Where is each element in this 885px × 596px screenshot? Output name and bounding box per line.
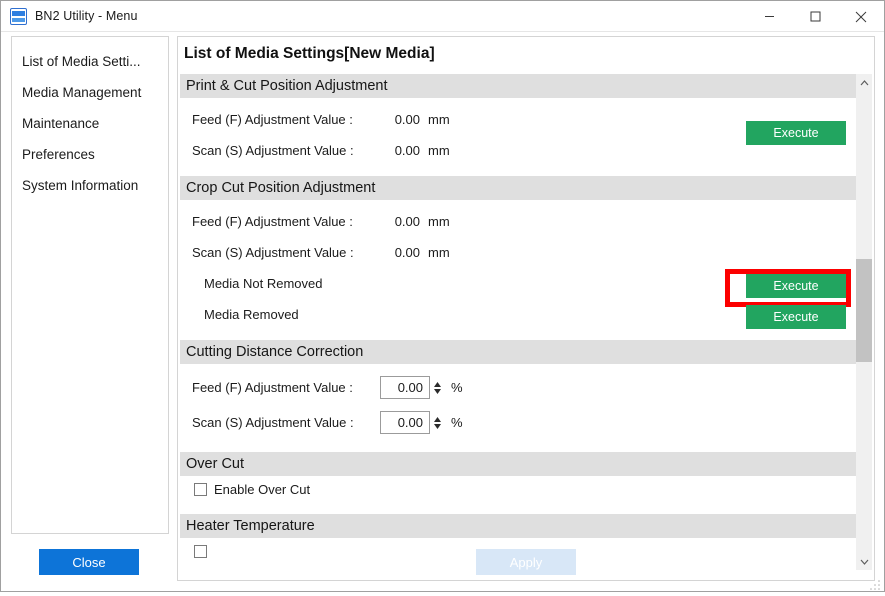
- settings-list: Print & Cut Position Adjustment Feed (F)…: [180, 74, 859, 568]
- page-title: List of Media Settings[New Media]: [184, 45, 435, 62]
- close-button[interactable]: Close: [39, 549, 139, 575]
- heater-temperature-checkbox[interactable]: [194, 544, 207, 558]
- window-title: BN2 Utility - Menu: [35, 9, 138, 23]
- minimize-icon[interactable]: [746, 1, 792, 32]
- row-label: Feed (F) Adjustment Value :: [192, 112, 353, 127]
- section-header-print-cut-position: Print & Cut Position Adjustment: [180, 74, 859, 98]
- stepper-buttons[interactable]: [430, 376, 445, 399]
- sidebar-item-system-information[interactable]: System Information: [12, 170, 168, 201]
- section-header-cutting-distance: Cutting Distance Correction: [180, 340, 859, 364]
- bn2-app-icon: [10, 7, 27, 25]
- media-removed-execute-button[interactable]: Execute: [746, 305, 846, 329]
- row-label: Media Removed: [204, 307, 299, 322]
- scroll-down-icon[interactable]: [856, 553, 872, 570]
- maximize-icon[interactable]: [792, 1, 838, 32]
- stepper-down-icon[interactable]: [433, 388, 442, 395]
- section-header-heater-temperature: Heater Temperature: [180, 514, 859, 538]
- vertical-scrollbar[interactable]: [856, 74, 872, 570]
- apply-button[interactable]: Apply: [476, 549, 576, 575]
- row-value: 0.00: [394, 245, 420, 260]
- row-value: 0.00: [394, 143, 420, 158]
- section-body-crop-cut-position: Feed (F) Adjustment Value : 0.00 mm Scan…: [180, 206, 859, 340]
- sidebar-item-label: Preferences: [22, 147, 95, 162]
- media-not-removed-execute-button[interactable]: Execute: [746, 274, 846, 298]
- title-bar: BN2 Utility - Menu: [1, 1, 884, 32]
- row-value: 0.00: [394, 214, 420, 229]
- row-cutting-distance-scan: Scan (S) Adjustment Value : 0.00 %: [180, 407, 859, 438]
- resize-grip-icon[interactable]: [870, 578, 881, 590]
- row-unit: mm: [428, 245, 450, 260]
- stepper-buttons[interactable]: [430, 411, 445, 434]
- section-body-cutting-distance: Feed (F) Adjustment Value : 0.00 % Scan …: [180, 372, 859, 452]
- sidebar-item-label: Media Management: [22, 85, 142, 100]
- sidebar-item-list-of-media-settings[interactable]: List of Media Setti...: [12, 46, 168, 77]
- enable-over-cut-checkbox[interactable]: [194, 482, 207, 496]
- settings-scroll-area: Print & Cut Position Adjustment Feed (F)…: [180, 74, 874, 570]
- section-body-print-cut-position: Feed (F) Adjustment Value : 0.00 mm Scan…: [180, 104, 859, 176]
- row-label: Scan (S) Adjustment Value :: [192, 415, 354, 430]
- close-icon[interactable]: [838, 1, 884, 32]
- row-enable-over-cut[interactable]: Enable Over Cut: [180, 476, 859, 502]
- print-cut-execute-button[interactable]: Execute: [746, 121, 846, 145]
- row-value: 0.00: [394, 112, 420, 127]
- section-body-over-cut: Enable Over Cut: [180, 476, 859, 514]
- row-unit: mm: [428, 143, 450, 158]
- row-unit: %: [451, 380, 463, 395]
- cutting-distance-feed-input[interactable]: 0.00: [380, 376, 430, 399]
- row-label: Feed (F) Adjustment Value :: [192, 380, 353, 395]
- stepper-down-icon[interactable]: [433, 423, 442, 430]
- cutting-distance-scan-stepper[interactable]: 0.00 %: [380, 411, 463, 434]
- row-crop-cut-scan: Scan (S) Adjustment Value : 0.00 mm: [180, 237, 859, 268]
- row-label: Media Not Removed: [204, 276, 323, 291]
- sidebar-item-media-management[interactable]: Media Management: [12, 77, 168, 108]
- main-panel: List of Media Settings[New Media] Print …: [177, 36, 875, 581]
- row-crop-cut-feed: Feed (F) Adjustment Value : 0.00 mm: [180, 206, 859, 237]
- section-header-crop-cut-position: Crop Cut Position Adjustment: [180, 176, 859, 200]
- stepper-up-icon[interactable]: [433, 381, 442, 388]
- app-window: BN2 Utility - Menu List of Media Setti..…: [0, 0, 885, 592]
- sidebar: List of Media Setti... Media Management …: [11, 36, 169, 534]
- sidebar-item-label: Maintenance: [22, 116, 100, 131]
- section-header-over-cut: Over Cut: [180, 452, 859, 476]
- cutting-distance-feed-stepper[interactable]: 0.00 %: [380, 376, 463, 399]
- scroll-up-icon[interactable]: [856, 74, 872, 91]
- row-unit: %: [451, 415, 463, 430]
- row-label: Scan (S) Adjustment Value :: [192, 143, 354, 158]
- row-label: Feed (F) Adjustment Value :: [192, 214, 353, 229]
- row-unit: mm: [428, 112, 450, 127]
- sidebar-item-preferences[interactable]: Preferences: [12, 139, 168, 170]
- sidebar-item-maintenance[interactable]: Maintenance: [12, 108, 168, 139]
- sidebar-item-label: System Information: [22, 178, 139, 193]
- stepper-up-icon[interactable]: [433, 416, 442, 423]
- row-unit: mm: [428, 214, 450, 229]
- sidebar-item-label: List of Media Setti...: [22, 54, 141, 69]
- enable-over-cut-label: Enable Over Cut: [214, 481, 311, 497]
- scrollbar-thumb[interactable]: [856, 259, 872, 362]
- row-cutting-distance-feed: Feed (F) Adjustment Value : 0.00 %: [180, 372, 859, 403]
- cutting-distance-scan-input[interactable]: 0.00: [380, 411, 430, 434]
- window-controls: [746, 1, 884, 32]
- row-label: Scan (S) Adjustment Value :: [192, 245, 354, 260]
